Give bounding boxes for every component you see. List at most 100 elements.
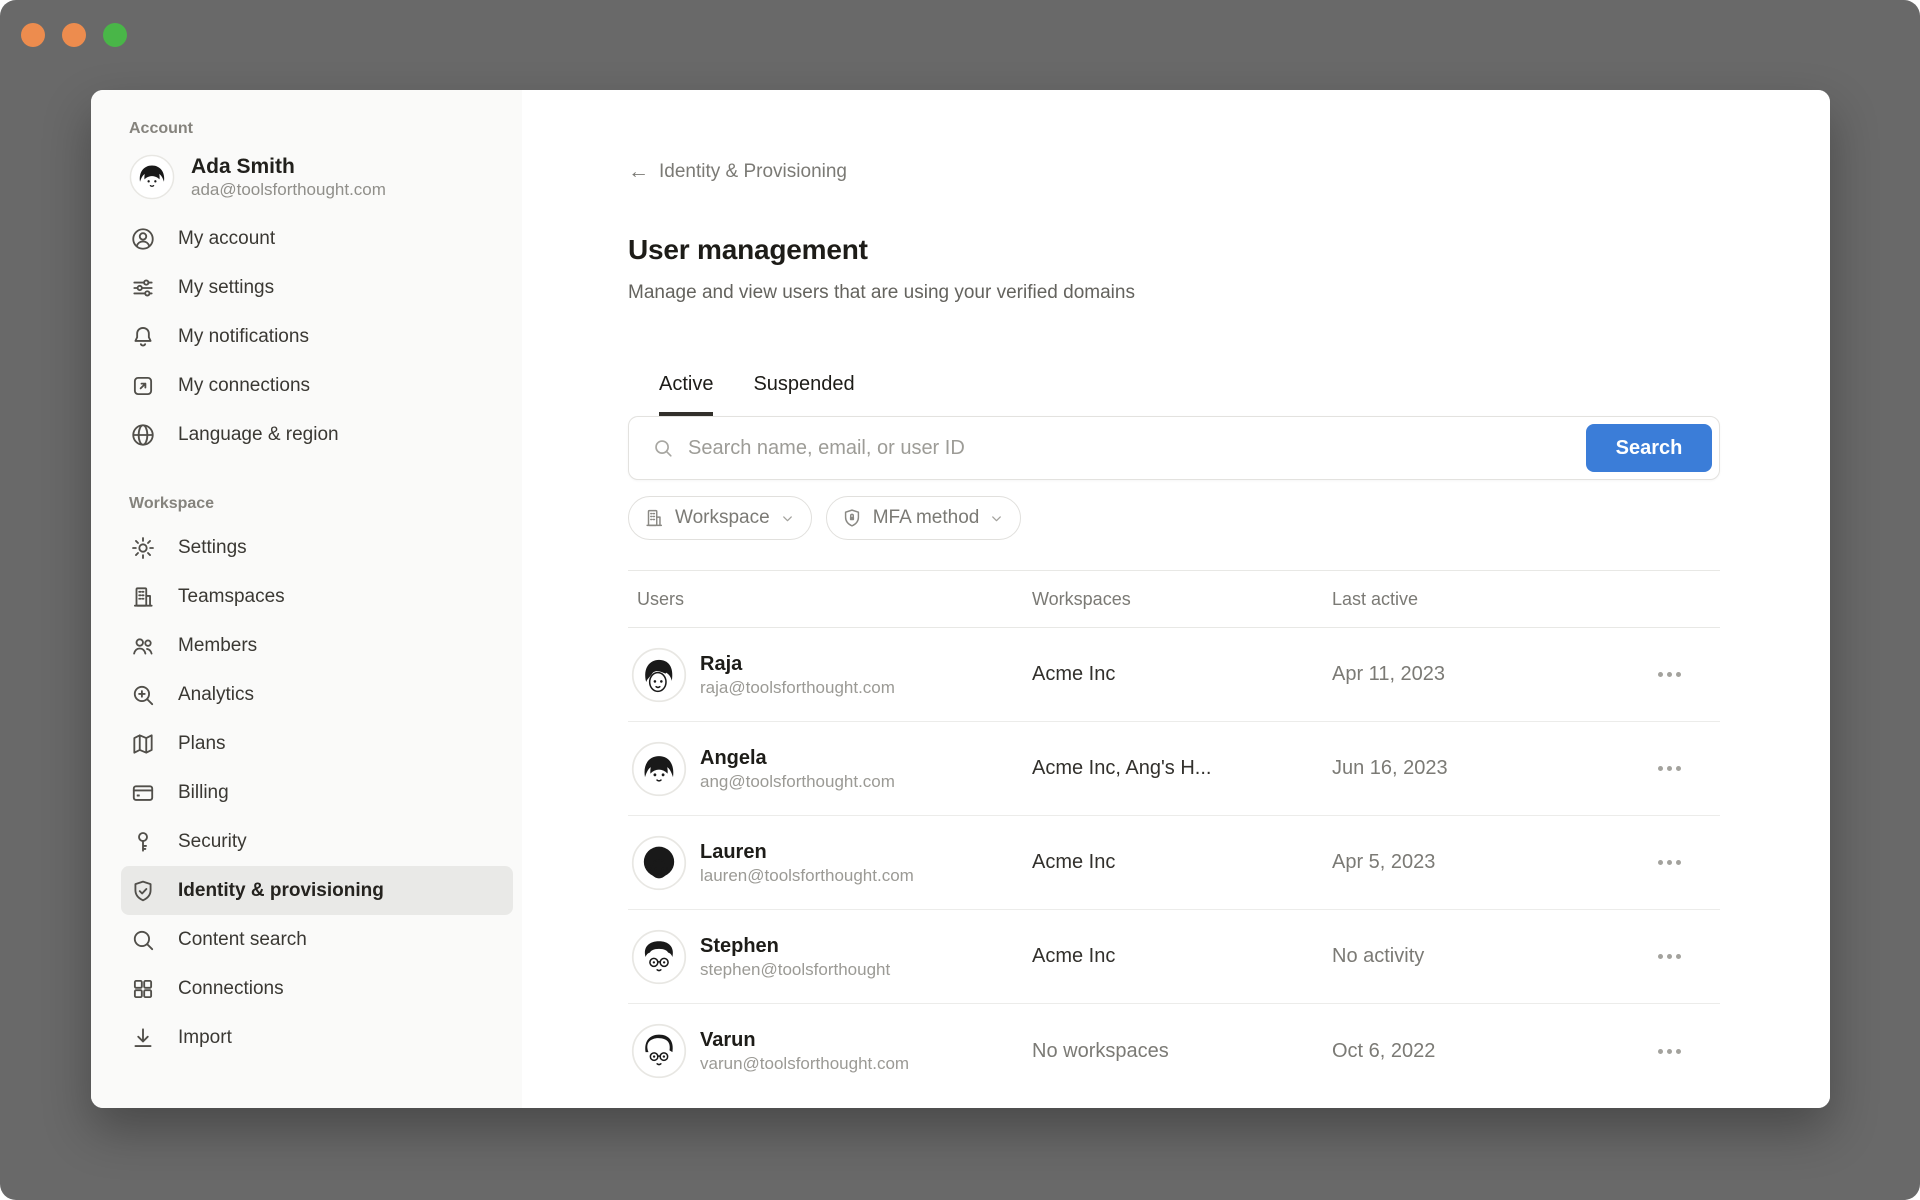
search-input[interactable]: [674, 437, 1586, 460]
globe-icon: [130, 422, 156, 448]
sidebar-item-analytics[interactable]: Analytics: [121, 670, 513, 719]
magnifier-icon: [130, 927, 156, 953]
download-icon: [130, 1025, 156, 1051]
sidebar-item-label: Analytics: [178, 684, 254, 706]
last-active-cell: Apr 5, 2023: [1332, 851, 1654, 874]
column-header-workspaces: Workspaces: [1032, 589, 1332, 610]
avatar: [631, 835, 687, 891]
user-email: varun@toolsforthought.com: [700, 1053, 909, 1075]
sidebar-item-identity-provisioning[interactable]: Identity & provisioning: [121, 866, 513, 915]
sidebar-item-billing[interactable]: Billing: [121, 768, 513, 817]
sidebar-item-content-search[interactable]: Content search: [121, 915, 513, 964]
sidebar-item-label: My connections: [178, 375, 310, 397]
profile-name: Ada Smith: [191, 154, 386, 179]
building-icon: [643, 507, 665, 529]
column-header-last-active: Last active: [1332, 589, 1654, 610]
window-controls: [21, 23, 127, 47]
column-header-users: Users: [628, 589, 1032, 610]
workspace-section-label: Workspace: [129, 495, 522, 513]
sidebar-item-label: Connections: [178, 978, 284, 1000]
bell-icon: [130, 324, 156, 350]
sidebar-item-my-notifications[interactable]: My notifications: [121, 312, 513, 361]
tabs: Active Suspended: [659, 373, 1720, 416]
sidebar-item-label: Security: [178, 831, 247, 853]
map-icon: [130, 731, 156, 757]
row-actions-button[interactable]: [1654, 1041, 1685, 1062]
sidebar-item-my-connections[interactable]: My connections: [121, 361, 513, 410]
shield-check-icon: [130, 878, 156, 904]
sidebar-item-settings[interactable]: Settings: [121, 523, 513, 572]
tab-active[interactable]: Active: [659, 373, 713, 416]
gear-icon: [130, 535, 156, 561]
members-icon: [130, 633, 156, 659]
sidebar-item-import[interactable]: Import: [121, 1013, 513, 1062]
sidebar-item-my-settings[interactable]: My settings: [121, 263, 513, 312]
row-actions-button[interactable]: [1654, 664, 1685, 685]
sidebar-item-label: Content search: [178, 929, 307, 951]
row-actions-button[interactable]: [1654, 852, 1685, 873]
row-actions-button[interactable]: [1654, 946, 1685, 967]
breadcrumb[interactable]: ← Identity & Provisioning: [628, 160, 847, 184]
last-active-cell: Jun 16, 2023: [1332, 757, 1654, 780]
sidebar-item-label: Plans: [178, 733, 226, 755]
arrow-square-icon: [130, 373, 156, 399]
sidebar-item-language-region[interactable]: Language & region: [121, 410, 513, 459]
sidebar-item-label: My notifications: [178, 326, 309, 348]
table-row: Lauren lauren@toolsforthought.com Acme I…: [628, 816, 1720, 910]
row-actions-button[interactable]: [1654, 758, 1685, 779]
shield-lock-icon: [841, 507, 863, 529]
main-panel: ← Identity & Provisioning User managemen…: [522, 90, 1830, 1108]
sidebar-item-label: Identity & provisioning: [178, 880, 384, 902]
chip-label: Workspace: [675, 507, 770, 529]
zoom-window-button[interactable]: [103, 23, 127, 47]
sidebar-item-label: Import: [178, 1027, 232, 1049]
minimize-window-button[interactable]: [62, 23, 86, 47]
user-name: Raja: [700, 651, 895, 677]
sidebar-item-label: Teamspaces: [178, 586, 285, 608]
user-name: Lauren: [700, 839, 914, 865]
sliders-icon: [130, 275, 156, 301]
sidebar-item-members[interactable]: Members: [121, 621, 513, 670]
user-email: stephen@toolsforthought: [700, 959, 890, 981]
user-email: ang@toolsforthought.com: [700, 771, 895, 793]
sidebar-item-connections[interactable]: Connections: [121, 964, 513, 1013]
sidebar: Account Ada Smith ada@toolsforthought.co…: [91, 90, 522, 1108]
grid-icon: [130, 976, 156, 1002]
workspace-filter-chip[interactable]: Workspace: [628, 496, 812, 540]
screen: Account Ada Smith ada@toolsforthought.co…: [0, 0, 1920, 1200]
mfa-method-filter-chip[interactable]: MFA method: [826, 496, 1022, 540]
filter-chips: Workspace MFA method: [628, 496, 1720, 540]
sidebar-item-my-account[interactable]: My account: [121, 214, 513, 263]
workspaces-cell: Acme Inc: [1032, 945, 1332, 968]
sidebar-item-security[interactable]: Security: [121, 817, 513, 866]
account-section-label: Account: [129, 120, 522, 138]
avatar: [631, 929, 687, 985]
chevron-down-icon: [780, 511, 795, 526]
key-icon: [130, 829, 156, 855]
table-row: Angela ang@toolsforthought.com Acme Inc,…: [628, 722, 1720, 816]
page-subtitle: Manage and view users that are using you…: [628, 282, 1720, 304]
sidebar-item-label: Billing: [178, 782, 229, 804]
avatar: [631, 647, 687, 703]
building-icon: [130, 584, 156, 610]
table-row: Raja raja@toolsforthought.com Acme Inc A…: [628, 628, 1720, 722]
sidebar-item-label: My account: [178, 228, 275, 250]
users-table: Users Workspaces Last active: [628, 570, 1720, 1098]
workspaces-cell: Acme Inc: [1032, 851, 1332, 874]
avatar: [631, 741, 687, 797]
person-circle-icon: [130, 226, 156, 252]
workspaces-cell: Acme Inc: [1032, 663, 1332, 686]
sidebar-item-label: Settings: [178, 537, 247, 559]
search-button[interactable]: Search: [1586, 424, 1712, 472]
user-email: raja@toolsforthought.com: [700, 677, 895, 699]
tab-suspended[interactable]: Suspended: [753, 373, 854, 416]
last-active-cell: Apr 11, 2023: [1332, 663, 1654, 686]
workspaces-cell: Acme Inc, Ang's H...: [1032, 757, 1332, 780]
table-row: Stephen stephen@toolsforthought Acme Inc…: [628, 910, 1720, 1004]
close-window-button[interactable]: [21, 23, 45, 47]
sidebar-item-plans[interactable]: Plans: [121, 719, 513, 768]
sidebar-item-teamspaces[interactable]: Teamspaces: [121, 572, 513, 621]
sidebar-item-label: Language & region: [178, 424, 339, 446]
user-name: Varun: [700, 1027, 909, 1053]
sidebar-item-label: My settings: [178, 277, 274, 299]
